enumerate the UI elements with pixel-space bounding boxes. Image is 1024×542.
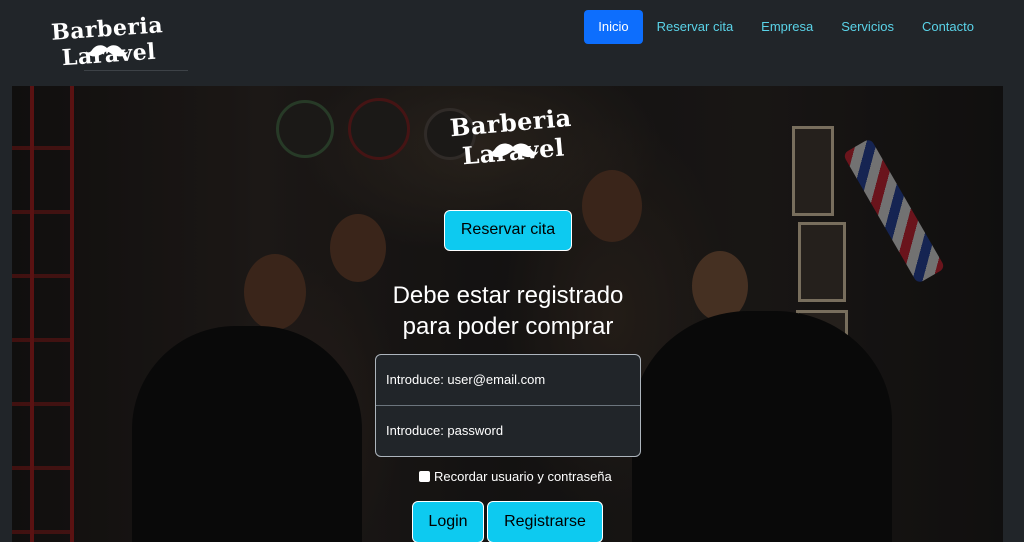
message-line-2: para poder comprar bbox=[402, 313, 614, 340]
nav-item-servicios[interactable]: Servicios bbox=[827, 10, 908, 44]
message-line-1: Debe estar registrado bbox=[392, 282, 624, 309]
brand-name: Barberia Laravel bbox=[50, 12, 164, 72]
nav-item-reservar-cita[interactable]: Reservar cita bbox=[643, 10, 748, 44]
hero-section: Barberia Laravel Reservar cita Debe esta… bbox=[12, 86, 1003, 542]
brand-logo[interactable]: Barberia Laravel bbox=[28, 8, 188, 71]
main-nav: Inicio Reservar cita Empresa Servicios C… bbox=[584, 10, 988, 44]
register-button[interactable]: Registrarse bbox=[487, 501, 603, 542]
remember-label: Recordar usuario y contraseña bbox=[434, 468, 612, 484]
navbar: Barberia Laravel Inicio Reservar cita Em… bbox=[0, 0, 1024, 86]
reservar-cita-button[interactable]: Reservar cita bbox=[444, 210, 572, 251]
nav-item-empresa[interactable]: Empresa bbox=[747, 10, 827, 44]
password-field[interactable]: Introduce: password bbox=[376, 405, 640, 455]
remember-me[interactable]: Recordar usuario y contraseña bbox=[419, 468, 612, 484]
brand-underline bbox=[84, 70, 188, 71]
mustache-icon bbox=[487, 143, 539, 158]
hero-logo: Barberia Laravel bbox=[402, 103, 622, 171]
remember-checkbox[interactable] bbox=[419, 470, 430, 482]
email-field[interactable]: Introduce: user@email.com bbox=[376, 355, 640, 405]
register-message: Debe estar registrado para poder comprar bbox=[368, 280, 648, 342]
login-form: Introduce: user@email.com Introduce: pas… bbox=[375, 354, 641, 457]
nav-item-contacto[interactable]: Contacto bbox=[908, 10, 988, 44]
mustache-icon bbox=[86, 45, 128, 57]
hero-logo-text: Barberia Laravel bbox=[448, 102, 573, 171]
nav-item-inicio[interactable]: Inicio bbox=[584, 10, 643, 44]
login-button[interactable]: Login bbox=[412, 501, 484, 542]
